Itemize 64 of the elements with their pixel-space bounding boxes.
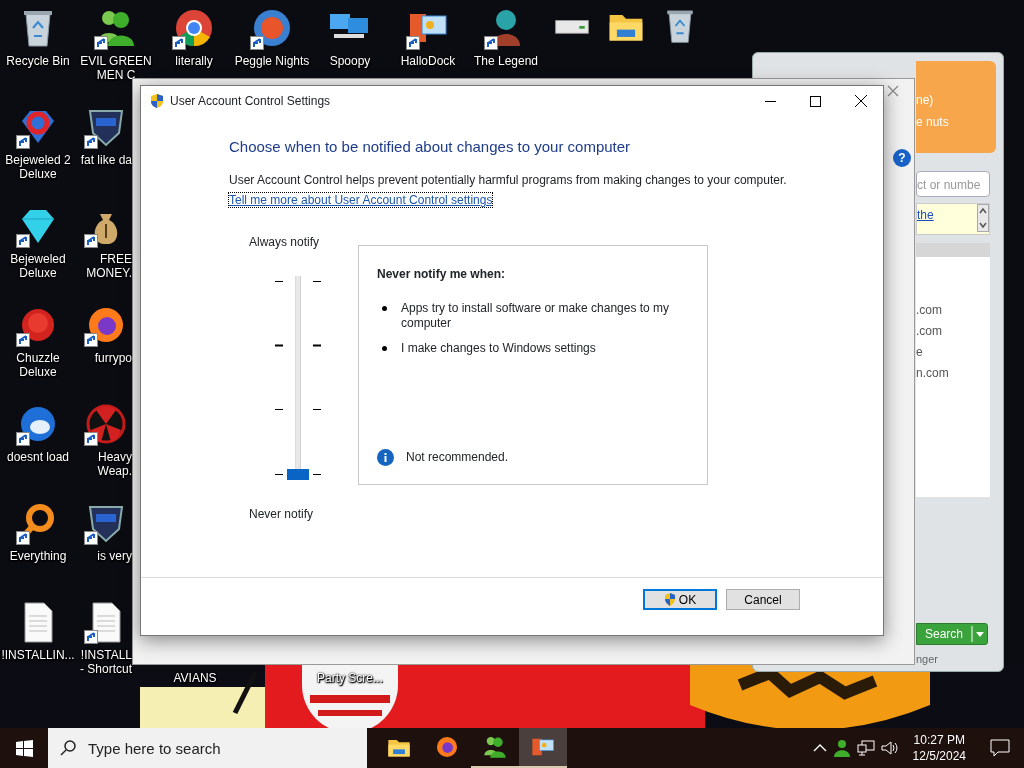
search-icon [60,740,76,756]
bullet-icon [382,346,387,351]
slider-thumb[interactable] [287,468,309,480]
window-title: User Account Control Settings [170,93,331,110]
start-button[interactable] [15,739,33,757]
icon-label[interactable]: !INSTALLIN... [1,648,75,662]
help-icon[interactable]: ? [893,149,911,167]
icon-label[interactable]: Peggle Nights [234,54,310,68]
network-icon[interactable] [856,740,875,756]
scrollbar[interactable] [977,204,989,232]
icon-label[interactable]: FREE MONEY. [86,252,132,280]
icon-label[interactable]: furrypo [94,351,132,365]
contact-item[interactable]: .com [916,322,990,343]
notice-text: Not recommended. [406,449,509,466]
icon-label[interactable]: Heavy Weap. [97,450,132,478]
status-text: nger [916,651,939,667]
description: User Account Control helps prevent potentially harmful programs from making changes to your computer. [229,173,788,187]
icon-label[interactable]: Bejeweled Deluxe [10,252,66,280]
time-text: 10:27 PM [912,732,966,748]
icon-label[interactable]: Spoopy [329,54,371,68]
panel-title: Never notify me when: [377,266,507,283]
heading: Choose when to be notified about changes to your computer [229,138,632,156]
icon-label[interactable]: EVIL GREEN MEN C [80,54,152,82]
shield-icon [149,93,165,109]
maximize-icon[interactable] [810,95,821,107]
info-icon [377,448,394,466]
icon-label[interactable]: fat like da [80,153,132,167]
icon-label[interactable]: HalloDock [400,54,456,68]
bullet-icon [382,306,387,311]
people-icon[interactable] [482,734,508,760]
bullet-text: I make changes to Windows settings [401,341,596,356]
icon-label[interactable]: Everything [9,549,67,563]
browser-icon[interactable] [434,734,460,760]
icon-label[interactable]: doesnt load [6,450,70,464]
shield-icon [663,593,676,606]
close-icon[interactable] [854,95,867,107]
date-text: 12/5/2024 [912,748,966,764]
contact-item[interactable]: e [916,343,990,364]
slider-label: Never notify [249,506,315,523]
icon-label[interactable]: is very [97,549,132,563]
bullet-text: Apps try to install software or make changes to my computer [401,301,671,331]
icon-label[interactable]: AVIANS [140,671,250,685]
chevron-up-icon[interactable] [812,743,827,753]
cancel-button[interactable]: Cancel [726,589,800,610]
notifications-icon[interactable] [990,739,1010,757]
people-icon[interactable] [832,739,851,757]
dropdown-icon[interactable] [971,624,987,644]
help-link[interactable]: Tell me more about User Account Control settings [229,193,493,207]
contact-item[interactable]: .com [916,301,990,322]
icon-label[interactable]: The Legend [473,54,539,68]
icon-label[interactable]: Recycle Bin [6,54,70,68]
icon-label[interactable]: Chuzzle Deluxe [16,351,60,379]
icon-label[interactable]: !INSTALL - Shortcut [79,648,132,676]
icon-label[interactable]: Bejeweled 2 Deluxe [5,153,71,181]
taskbar-button[interactable] [519,728,567,768]
ok-button[interactable]: OK [643,589,717,610]
icon-label[interactable]: Party Scre... [295,671,405,685]
contact-item[interactable]: n.com [916,364,990,385]
icon-label[interactable]: literally [175,54,213,68]
slider-label: Always notify [249,234,321,251]
volume-icon[interactable] [880,740,899,756]
hazard-icon[interactable] [84,402,128,446]
notice-link[interactable]: the [917,204,934,234]
search-field[interactable]: Type here to search [48,728,367,768]
